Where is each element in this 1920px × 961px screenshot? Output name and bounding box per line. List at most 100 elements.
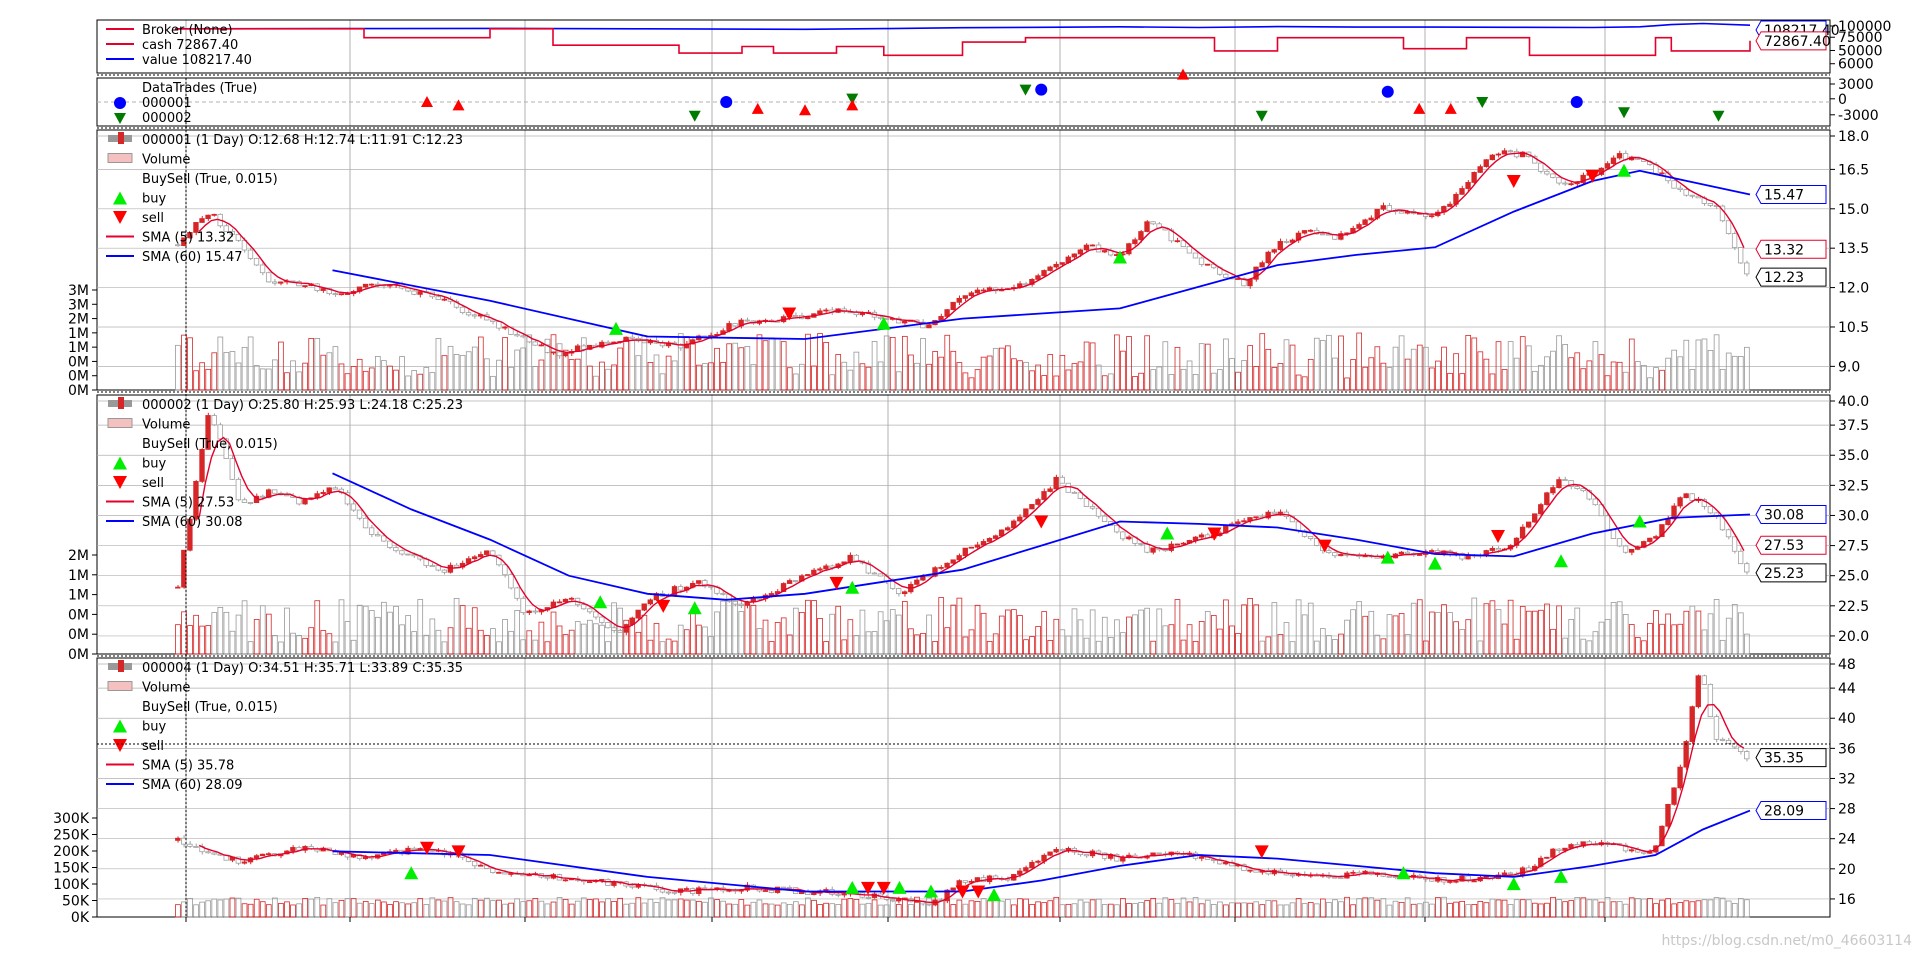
candle-body <box>417 291 423 295</box>
volume-bar <box>714 899 720 918</box>
candle-body <box>332 487 338 490</box>
volume-bar <box>338 599 345 655</box>
volume-bar <box>1095 364 1102 391</box>
volume-bar <box>1410 903 1417 918</box>
volume-bar <box>1101 904 1108 918</box>
legend-entry: buy <box>142 720 166 735</box>
candle-body <box>1725 740 1732 744</box>
candle-body <box>1725 529 1732 538</box>
volume-bar <box>447 345 454 391</box>
volume-bar <box>1326 635 1332 655</box>
volume-bar <box>1053 618 1060 655</box>
volume-bar <box>471 897 478 918</box>
candle-body <box>447 564 454 573</box>
candle-body <box>1719 738 1726 741</box>
volume-bar <box>1532 610 1538 655</box>
volume-bar <box>259 368 266 391</box>
volume-bar <box>1307 902 1314 918</box>
candle-body <box>278 281 284 284</box>
volume-bar <box>1604 897 1611 918</box>
volume-bar <box>1519 899 1526 918</box>
volume-bar <box>1326 334 1332 391</box>
volume-bar <box>732 903 739 918</box>
volume-bar <box>423 904 430 918</box>
volume-bar <box>1071 608 1078 655</box>
candle-body <box>902 320 908 324</box>
volume-bar <box>671 899 678 918</box>
volume-bar <box>968 900 975 918</box>
volume-bar <box>774 904 781 918</box>
candle-body <box>605 622 611 629</box>
candle-body <box>1150 221 1156 225</box>
volume-bar <box>926 363 932 391</box>
volume-bar <box>956 597 963 655</box>
volume-bar <box>708 636 714 655</box>
volume-bar <box>690 343 696 391</box>
volume-bar <box>1435 611 1441 655</box>
volume-bar <box>1574 607 1581 655</box>
volume-bar <box>841 639 848 655</box>
volume-bar <box>1210 615 1217 655</box>
volume-bar <box>484 635 490 655</box>
volume-bar <box>835 605 842 655</box>
last-value-label: 13.32 <box>1764 242 1804 258</box>
volume-bar <box>1665 898 1671 918</box>
volume-bar <box>908 904 914 918</box>
legend: 000002 (1 Day) O:25.80 H:25.93 L:24.18 C… <box>106 397 463 530</box>
vol-tick-label: 250K <box>53 828 90 844</box>
volume-bar <box>786 903 793 918</box>
volume-bar <box>235 897 242 918</box>
volume-bar <box>1180 897 1187 918</box>
volume-bar <box>1368 357 1375 391</box>
volume-bar <box>1671 903 1678 918</box>
candle-body <box>1041 270 1047 277</box>
volume-bar <box>332 346 339 391</box>
candle-body <box>320 288 326 291</box>
volume-bar <box>1659 899 1665 918</box>
candle-body <box>1725 220 1732 234</box>
volume-bar <box>1707 899 1714 918</box>
legend-entry: sell <box>142 211 164 226</box>
volume-bar <box>350 639 357 655</box>
volume-bar <box>417 599 424 655</box>
volume-bar <box>605 898 611 918</box>
legend: 000004 (1 Day) O:34.51 H:35.71 L:33.89 C… <box>106 660 463 793</box>
volume-bar <box>1047 900 1054 918</box>
volume-bar <box>683 899 690 918</box>
volume-bar <box>623 338 630 391</box>
candle-body <box>399 550 405 555</box>
volume-bar <box>278 903 284 918</box>
candle-body <box>1556 848 1562 851</box>
volume-bar <box>1598 621 1605 655</box>
candle-body <box>1471 171 1477 183</box>
candle-body <box>1265 251 1271 264</box>
y-tick-label: 9.0 <box>1838 359 1860 375</box>
volume-bar <box>690 899 696 918</box>
buy-marker <box>1396 866 1411 880</box>
candle-body <box>792 315 799 317</box>
volume-bar <box>1737 612 1744 655</box>
y-tick-label: 25.0 <box>1838 569 1869 585</box>
volume-bar <box>1477 640 1484 655</box>
candle-body <box>1307 535 1314 539</box>
panel-000004: 48 44 40 36 32 28 24 20 16 300K250K200K150K100K50… <box>53 657 1856 926</box>
volume-bar <box>1665 357 1671 391</box>
volume-bar <box>1144 900 1150 918</box>
volume-bar <box>956 899 963 918</box>
legend-entry: SMA (60) 28.09 <box>142 778 243 793</box>
volume-bar <box>1568 619 1575 655</box>
volume-bar <box>1519 606 1526 655</box>
volume-bar <box>423 634 430 655</box>
volume-bar <box>750 901 757 918</box>
candle-body <box>968 546 975 549</box>
volume-bar <box>1544 603 1550 655</box>
volume-bar <box>465 351 472 391</box>
y-tick-label: 3000 <box>1838 77 1874 93</box>
volume-bar <box>453 597 460 655</box>
volume-bar <box>1035 901 1041 918</box>
volume-bar <box>490 900 496 918</box>
candle-body <box>1744 563 1750 573</box>
volume-bar <box>1544 902 1550 918</box>
volume-bar <box>1422 901 1429 918</box>
volume-bar <box>1107 903 1114 918</box>
